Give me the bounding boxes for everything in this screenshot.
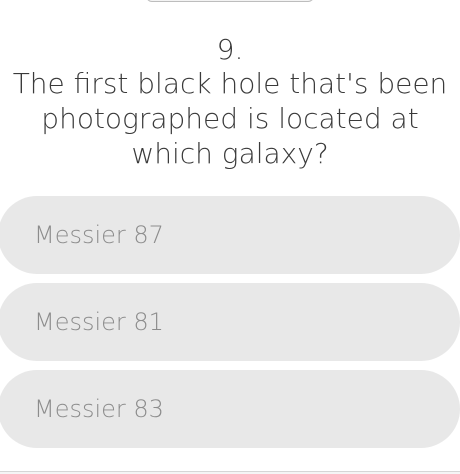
answer-option-1[interactable]: Messier 87 xyxy=(0,196,460,274)
answer-option-label: Messier 83 xyxy=(34,395,164,423)
question-block: 9. The first black hole that's been phot… xyxy=(0,32,460,171)
question-number: 9. xyxy=(216,33,244,66)
answer-option-label: Messier 87 xyxy=(34,221,164,249)
answer-option-2[interactable]: Messier 81 xyxy=(0,283,460,361)
answer-option-label: Messier 81 xyxy=(34,308,164,336)
answer-option-3[interactable]: Messier 83 xyxy=(0,370,460,448)
question-text: The first black hole that's been photogr… xyxy=(12,67,448,170)
top-drag-handle[interactable] xyxy=(146,0,314,2)
